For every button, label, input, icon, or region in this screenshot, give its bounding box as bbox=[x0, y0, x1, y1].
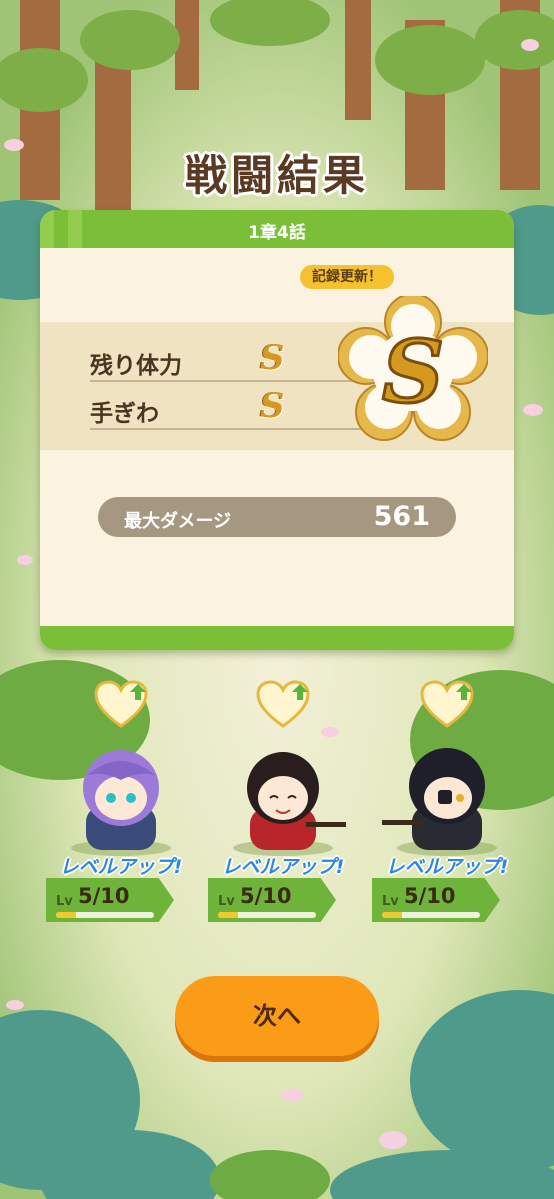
character-avatar-1 bbox=[71, 750, 171, 856]
rank-row-skill: 手ぎわ S bbox=[90, 386, 370, 430]
character-card-1: レベルアップ! Lv 5/10 bbox=[46, 680, 196, 930]
affection-heart-up-icon bbox=[420, 680, 474, 728]
affection-heart-up-icon bbox=[256, 680, 310, 728]
xp-fill bbox=[382, 912, 402, 918]
level-value: 5/10 bbox=[404, 884, 456, 908]
level-up-label: レベルアップ! bbox=[59, 856, 183, 878]
record-updated-badge: 記録更新！ bbox=[300, 265, 394, 289]
character-avatar-3 bbox=[382, 748, 497, 856]
rank-label: 手ぎわ bbox=[90, 401, 159, 427]
level-prefix: Lv bbox=[56, 894, 73, 909]
level-up-label: レベルアップ! bbox=[385, 856, 509, 878]
rank-grade: S bbox=[260, 386, 285, 426]
xp-bar bbox=[382, 912, 480, 918]
level-box: Lv 5/10 bbox=[208, 878, 336, 922]
rank-label: 残り体力 bbox=[90, 353, 182, 379]
stage-label: 1章4話 bbox=[248, 223, 306, 243]
divider bbox=[90, 428, 370, 430]
result-panel: 1章4話 残り体力 S 手ぎわ S S bbox=[40, 210, 514, 650]
xp-fill bbox=[56, 912, 76, 918]
max-damage-bar: 最大ダメージ 561 bbox=[98, 497, 456, 537]
panel-footer bbox=[40, 626, 514, 650]
xp-bar bbox=[218, 912, 316, 918]
divider bbox=[90, 380, 370, 382]
level-up-label: レベルアップ! bbox=[221, 856, 345, 878]
xp-bar bbox=[56, 912, 154, 918]
character-avatar-2 bbox=[233, 752, 346, 856]
level-box: Lv 5/10 bbox=[372, 878, 500, 922]
character-card-2: レベルアップ! Lv 5/10 bbox=[208, 680, 358, 930]
rank-row-hp: 残り体力 S bbox=[90, 338, 370, 382]
level-prefix: Lv bbox=[218, 894, 235, 909]
level-value: 5/10 bbox=[240, 884, 292, 908]
level-box: Lv 5/10 bbox=[46, 878, 174, 922]
level-value: 5/10 bbox=[78, 884, 130, 908]
next-button[interactable]: 次へ bbox=[175, 976, 379, 1056]
character-card-3: レベルアップ! Lv 5/10 bbox=[372, 680, 522, 930]
xp-fill bbox=[218, 912, 238, 918]
max-damage-value: 561 bbox=[373, 501, 430, 532]
panel-header: 1章4話 bbox=[40, 210, 514, 248]
battle-result-title: 戦闘結果 bbox=[184, 151, 369, 200]
level-prefix: Lv bbox=[382, 894, 399, 909]
rank-grade: S bbox=[260, 338, 285, 378]
overall-grade: S bbox=[382, 322, 444, 423]
overall-grade-medal: S bbox=[338, 296, 488, 441]
affection-heart-up-icon bbox=[94, 680, 148, 728]
max-damage-label: 最大ダメージ bbox=[124, 511, 232, 532]
